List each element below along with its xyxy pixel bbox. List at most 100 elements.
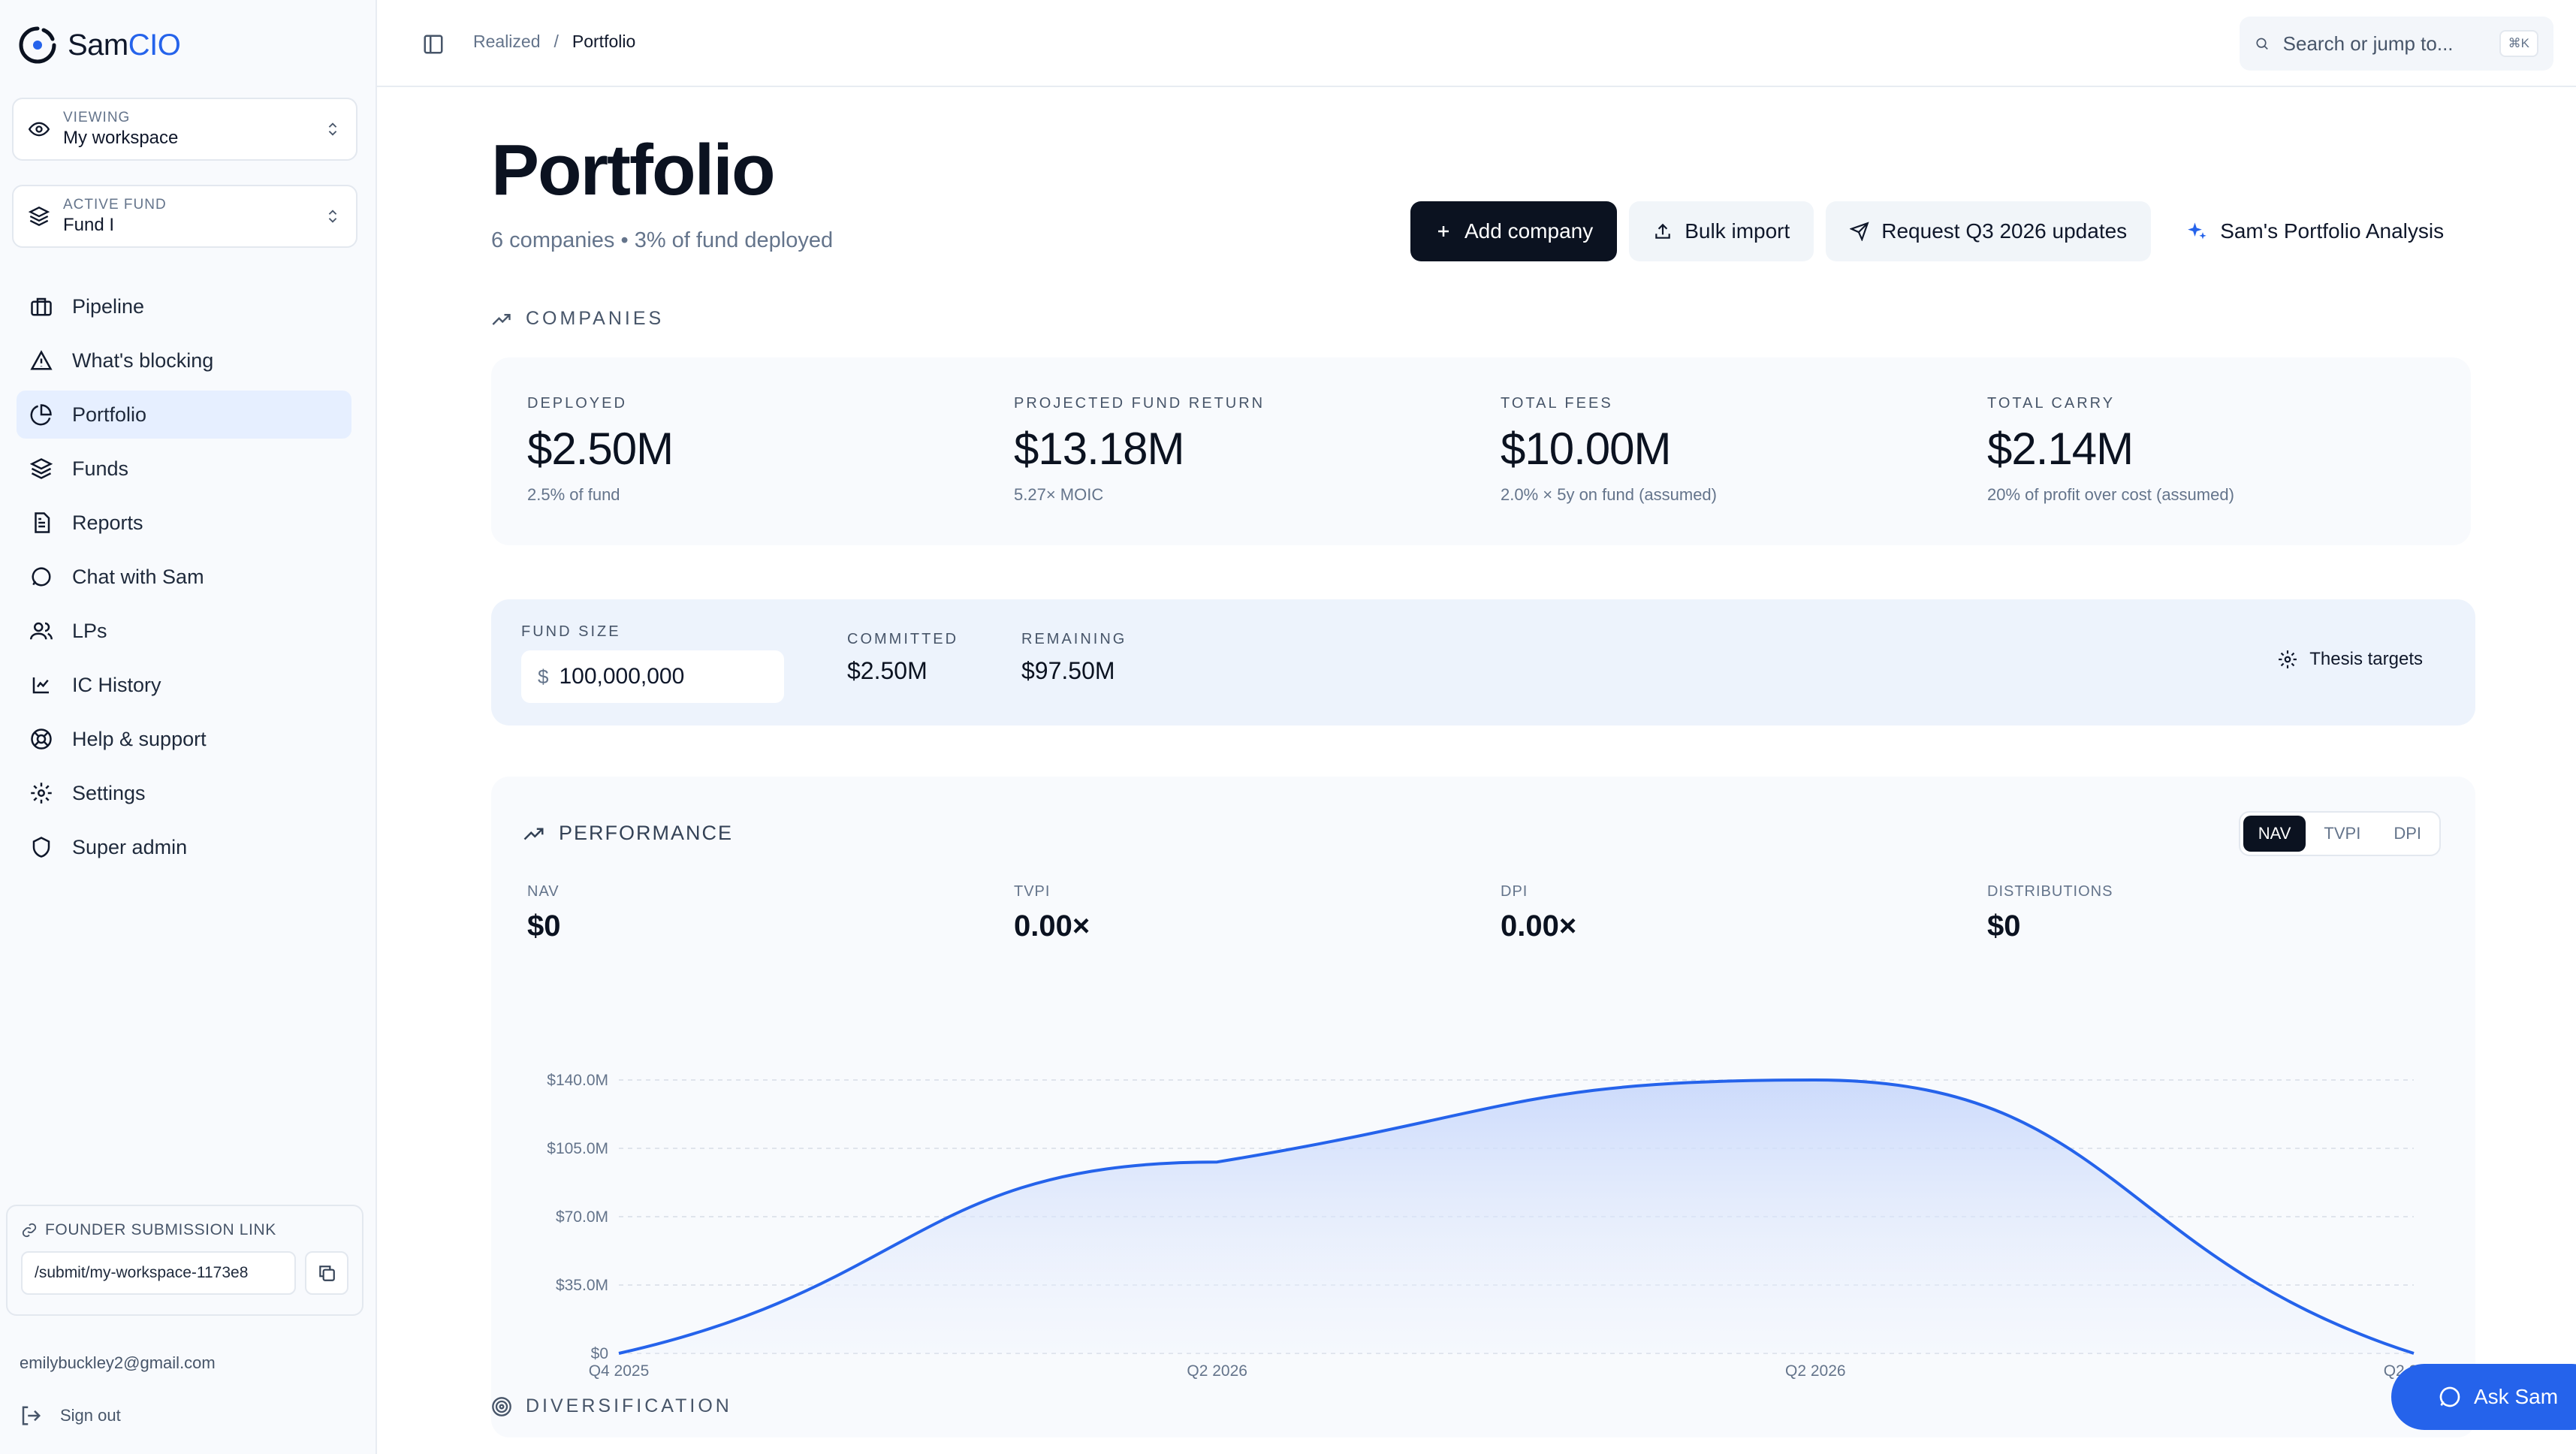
sidebar-item-label: LPs (72, 619, 107, 642)
sidebar-item-label: Help & support (72, 727, 207, 750)
nav-area-chart: $0 $35.0M $70.0M $105.0M $140.0M Q4 2025 Q2 20… (547, 1072, 2444, 1380)
performance-card: PERFORMANCE NAV TVPI DPI NAV $0 TVPI 0.0… (491, 777, 2475, 1437)
sidebar-item-label: Reports (72, 511, 143, 534)
sign-out-icon (22, 1406, 41, 1425)
sidebar-item-label: Pipeline (72, 294, 145, 318)
sidebar-item-pipeline[interactable]: Pipeline (17, 282, 351, 330)
panel-icon (424, 35, 443, 54)
samcio-logo-icon (19, 26, 56, 64)
sidebar-item-help-support[interactable]: Help & support (17, 715, 351, 763)
x-tick-label: Q2 2026 (1187, 1362, 1247, 1380)
add-company-button[interactable]: Add company (1410, 201, 1618, 261)
y-tick-label: $35.0M (556, 1277, 608, 1294)
x-tick-label: Q2 2026 (1785, 1362, 1846, 1380)
founder-submission-card: FOUNDER SUBMISSION LINK /submit/my-works… (6, 1205, 363, 1316)
document-icon (35, 512, 50, 533)
link-icon (22, 1223, 37, 1238)
fund-selector[interactable]: ACTIVE FUND Fund I (12, 185, 357, 248)
page-actions: Add company Bulk import Request Q3 2026 … (1410, 201, 2468, 261)
sidebar-item-whats-blocking[interactable]: What's blocking (17, 336, 351, 385)
portfolio-analysis-button[interactable]: Sam's Portfolio Analysis (2163, 201, 2468, 261)
sidebar-toggle-button[interactable] (422, 33, 445, 59)
sidebar-item-label: Settings (72, 781, 146, 804)
breadcrumb: Realized / Portfolio (473, 32, 635, 52)
sidebar-item-settings[interactable]: Settings (17, 769, 351, 817)
sidebar-nav: Pipeline What's blocking Portfolio Funds… (17, 282, 351, 877)
send-icon (1850, 222, 1869, 241)
thesis-targets-button[interactable]: Thesis targets (2278, 649, 2423, 670)
workspace-selector[interactable]: VIEWING My workspace (12, 98, 357, 161)
plus-icon (1438, 226, 1449, 237)
search-shortcut: ⌘K (2499, 30, 2538, 57)
active-fund-label: ACTIVE FUND (63, 197, 167, 213)
fund-size-card: FUND SIZE $ 100,000,000 COMMITTED $2.50M… (491, 599, 2475, 725)
sidebar-item-portfolio[interactable]: Portfolio (17, 391, 351, 439)
page-subtitle: 6 companies • 3% of fund deployed (491, 228, 834, 252)
layers-icon (30, 458, 53, 479)
sidebar-item-label: Funds (72, 457, 129, 480)
active-fund-value: Fund I (63, 215, 115, 235)
remaining-block: REMAINING $97.50M (1021, 631, 1127, 684)
copy-icon (319, 1265, 335, 1281)
search-icon (2256, 38, 2268, 50)
breadcrumb-portfolio: Portfolio (572, 32, 636, 51)
y-tick-label: $0 (591, 1345, 608, 1362)
y-tick-label: $70.0M (556, 1208, 608, 1226)
viewing-value: My workspace (63, 128, 179, 148)
nav-area-fill (619, 1080, 2414, 1353)
stat-total-carry: TOTAL CARRY $2.14M 20% of profit over co… (1987, 395, 2234, 504)
sidebar-item-super-admin[interactable]: Super admin (17, 823, 351, 871)
founder-link-field[interactable]: /submit/my-workspace-1173e8 (21, 1251, 297, 1295)
sidebar-item-label: Super admin (72, 835, 188, 858)
user-email: emilybuckley2@gmail.com (20, 1353, 216, 1372)
eye-icon (29, 122, 50, 137)
sign-out-button[interactable]: Sign out (20, 1404, 121, 1427)
main-content: Portfolio 6 companies • 3% of fund deplo… (377, 87, 2576, 1454)
history-icon (32, 677, 49, 694)
sidebar-item-funds[interactable]: Funds (17, 445, 351, 493)
upload-icon (1655, 223, 1670, 239)
chat-icon (2439, 1386, 2460, 1407)
sidebar-item-reports[interactable]: Reports (17, 499, 351, 547)
shield-icon (32, 837, 50, 858)
request-updates-button[interactable]: Request Q3 2026 updates (1826, 201, 2152, 261)
stat-projected-return: PROJECTED FUND RETURN $13.18M 5.27× MOIC (1014, 395, 1265, 504)
diversification-heading: DIVERSIFICATION (491, 1395, 732, 1417)
briefcase-icon (31, 297, 52, 316)
brand-logo[interactable]: SamCIO (18, 26, 181, 65)
sidebar: SamCIO VIEWING My workspace ACTIVE FUND … (0, 0, 377, 1454)
sparkles-icon (2188, 222, 2206, 240)
x-tick-label: Q4 2025 (589, 1362, 650, 1380)
sidebar-item-label: Portfolio (72, 403, 147, 426)
founder-link-title: FOUNDER SUBMISSION LINK (21, 1221, 348, 1239)
topbar: Realized / Portfolio ⌘K (377, 0, 2576, 87)
companies-heading: COMPANIES (491, 308, 664, 330)
sidebar-item-lps[interactable]: LPs (17, 607, 351, 655)
currency-symbol: $ (538, 665, 549, 688)
bulk-import-button[interactable]: Bulk import (1629, 201, 1814, 261)
layers-icon (29, 207, 50, 226)
brand-name: SamCIO (68, 28, 181, 62)
search-bar[interactable]: ⌘K (2240, 17, 2553, 71)
gear-icon (2279, 650, 2297, 668)
search-input[interactable] (2282, 32, 2486, 56)
pie-chart-icon (30, 404, 52, 426)
users-icon (30, 622, 53, 640)
page-title: Portfolio (491, 130, 776, 210)
sidebar-item-label: IC History (72, 673, 161, 696)
target-icon (492, 1396, 511, 1416)
sidebar-item-chat-with-sam[interactable]: Chat with Sam (17, 553, 351, 601)
sidebar-item-ic-history[interactable]: IC History (17, 661, 351, 709)
sidebar-item-label: What's blocking (72, 348, 214, 372)
sidebar-item-label: Chat with Sam (72, 565, 204, 588)
stat-deployed: DEPLOYED $2.50M 2.5% of fund (527, 395, 674, 504)
chevron-updown-icon (328, 210, 337, 223)
chat-icon (32, 567, 51, 587)
ask-sam-button[interactable]: Ask Sam (2391, 1364, 2576, 1430)
breadcrumb-realized[interactable]: Realized (473, 32, 541, 52)
companies-stats-card: DEPLOYED $2.50M 2.5% of fund PROJECTED F… (491, 357, 2471, 545)
copy-link-button[interactable] (305, 1251, 348, 1295)
fund-size-label: FUND SIZE (521, 623, 621, 640)
fund-size-value: 100,000,000 (559, 664, 685, 689)
fund-size-input[interactable]: $ 100,000,000 (521, 650, 784, 703)
